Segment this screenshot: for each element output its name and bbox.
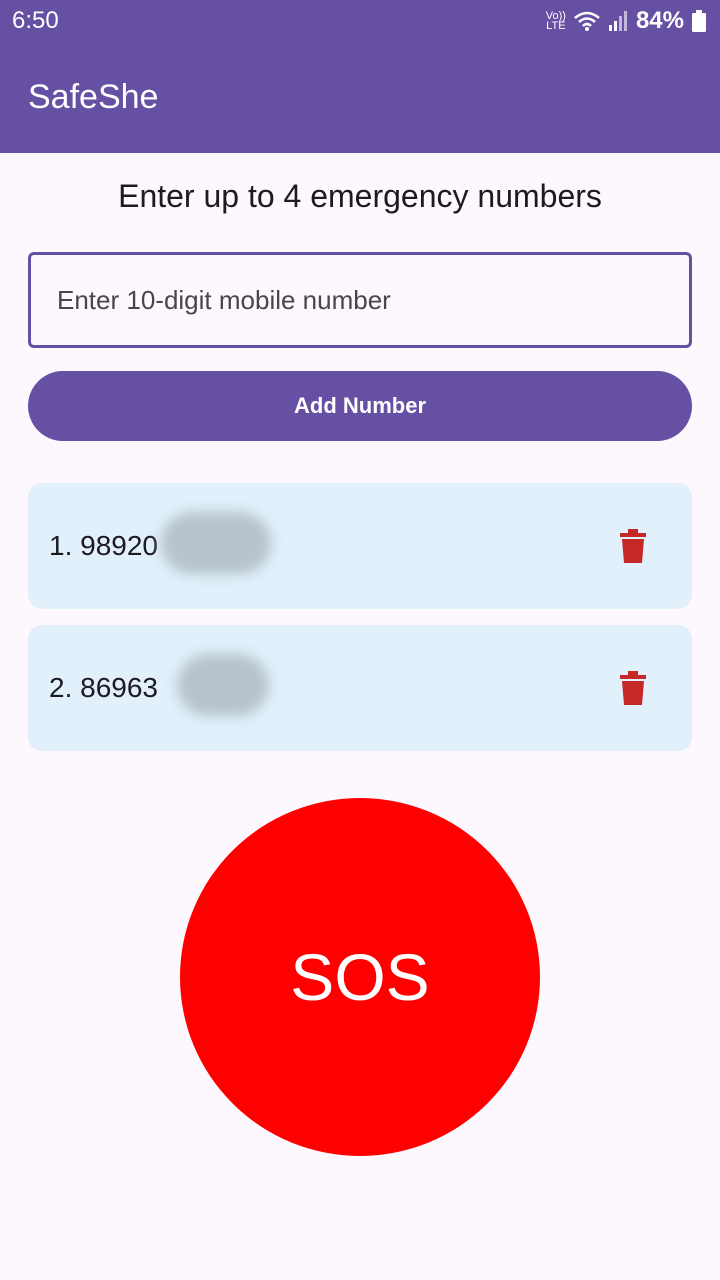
signal-icon	[608, 11, 627, 31]
emergency-number-text: 2. 86963	[49, 654, 269, 716]
sos-button[interactable]: SOS	[180, 798, 540, 1156]
emergency-number-card-2: 2. 86963	[28, 625, 692, 751]
volte-bottom-text: LTE	[546, 20, 566, 32]
app-bar: SafeShe	[0, 42, 720, 153]
add-number-button[interactable]: Add Number	[28, 371, 692, 441]
battery-icon	[692, 10, 706, 32]
page-heading: Enter up to 4 emergency numbers	[118, 178, 602, 214]
wifi-icon	[574, 11, 600, 31]
status-time: 6:50	[12, 7, 59, 34]
emergency-number-card-1: 1. 98920	[28, 483, 692, 609]
emergency-number-label: 2. 86963	[49, 672, 158, 703]
battery-percentage: 84%	[635, 7, 684, 34]
trash-icon[interactable]	[620, 529, 646, 563]
phone-number-input[interactable]	[28, 252, 692, 348]
emergency-number-label: 1. 98920	[49, 530, 158, 561]
status-bar: 6:50 Vo)) LTE 84%	[0, 0, 720, 42]
redacted-blur	[177, 654, 269, 716]
trash-icon[interactable]	[620, 671, 646, 705]
status-icons: Vo)) LTE 84%	[546, 7, 706, 35]
emergency-number-text: 1. 98920	[49, 512, 271, 574]
app-title: SafeShe	[28, 78, 159, 116]
redacted-blur	[161, 512, 271, 574]
volte-icon: Vo)) LTE	[546, 11, 566, 32]
